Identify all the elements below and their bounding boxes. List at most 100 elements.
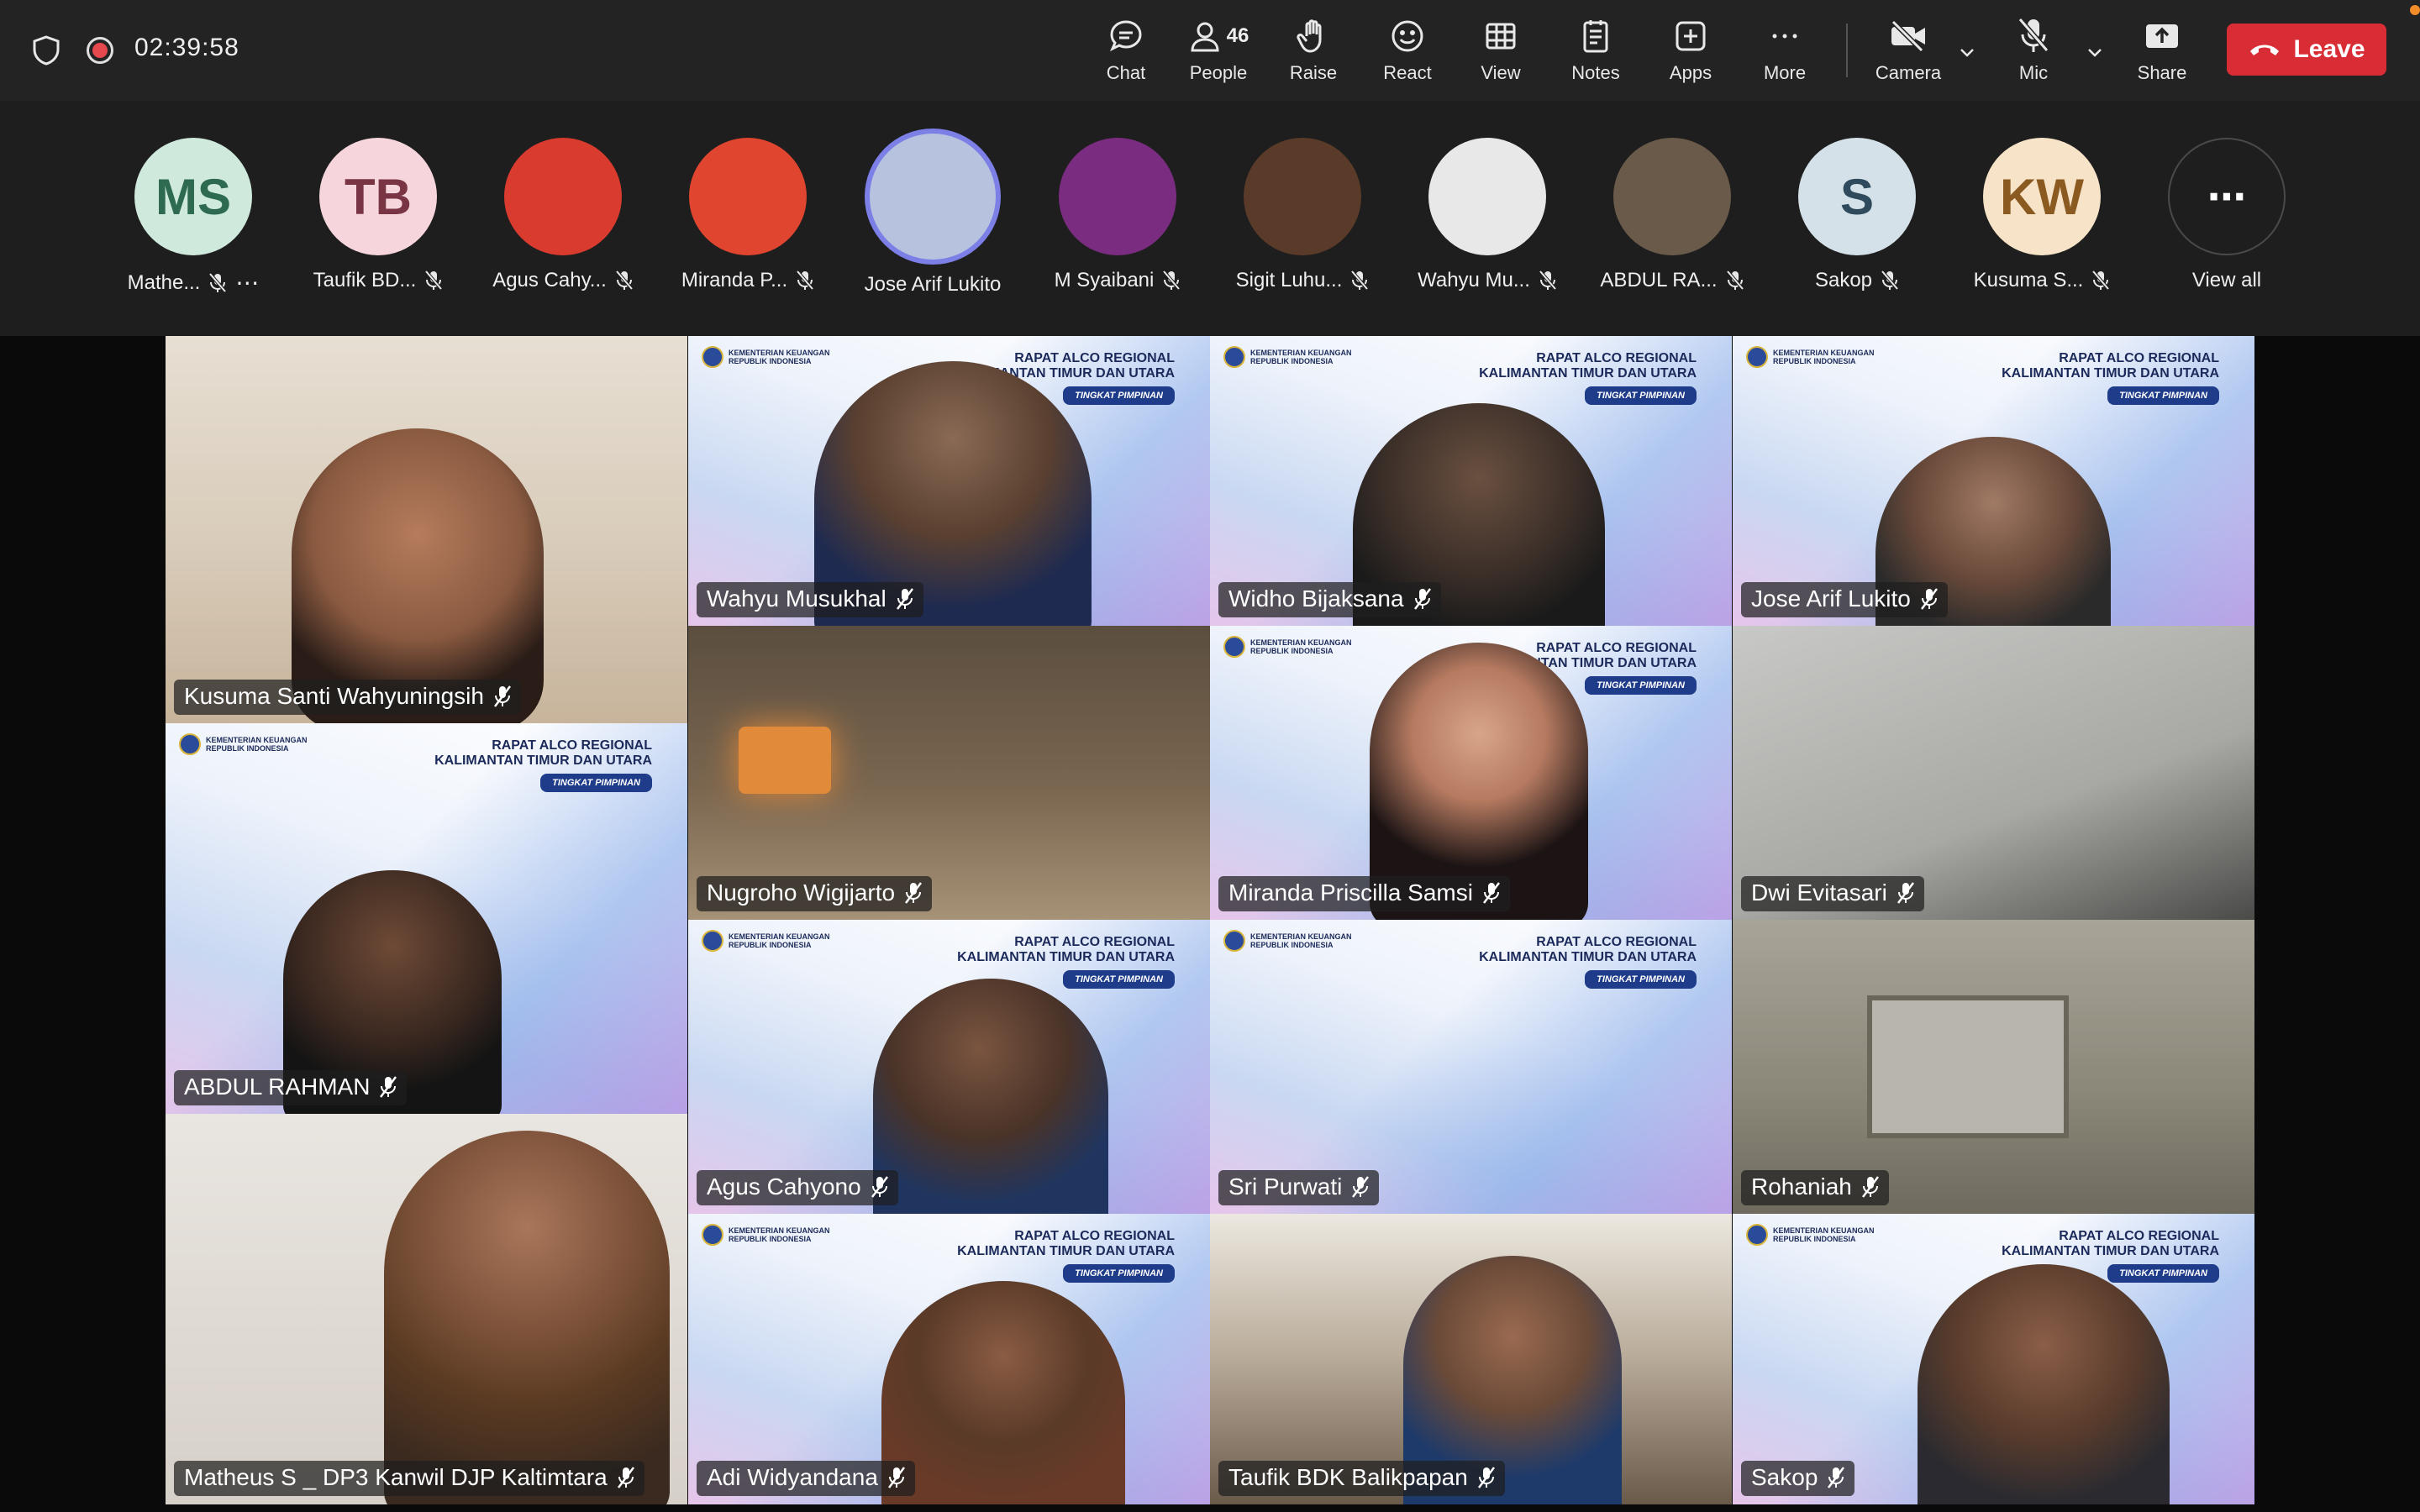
participant-strip-item[interactable]: MS Mathe... ⋯ xyxy=(101,138,286,297)
view-button[interactable]: View xyxy=(1476,15,1526,89)
ministry-name: KEMENTERIAN KEUANGAN xyxy=(1250,932,1352,941)
people-count: 46 xyxy=(1226,24,1249,47)
muted-mic-icon xyxy=(1350,270,1369,291)
muted-mic-icon xyxy=(1726,270,1744,291)
video-tile[interactable]: KEMENTERIAN KEUANGAN REPUBLIK INDONESIA RA… xyxy=(688,1214,1210,1504)
video-tile[interactable]: KEMENTERIAN KEUANGAN REPUBLIK INDONESIA RA… xyxy=(1210,626,1732,920)
fireplace-background xyxy=(739,727,831,794)
video-tile[interactable]: KEMENTERIAN KEUANGAN REPUBLIK INDONESIA RA… xyxy=(1210,336,1732,626)
tile-name-label: Dwi Evitasari xyxy=(1741,876,1924,911)
video-tile[interactable]: KEMENTERIAN KEUANGAN REPUBLIK INDONESIA RA… xyxy=(1733,1214,2254,1504)
participant-strip-item[interactable]: Sigit Luhu... xyxy=(1210,138,1395,292)
video-tile[interactable]: KEMENTERIAN KEUANGAN REPUBLIK INDONESIA RA… xyxy=(1210,920,1732,1214)
shield-icon[interactable] xyxy=(32,34,60,66)
more-button[interactable]: More xyxy=(1758,15,1812,89)
video-tile[interactable]: Nugroho Wigijarto xyxy=(688,626,1210,920)
participant-name: Rohaniah xyxy=(1751,1173,1852,1200)
participant-strip-item[interactable]: ABDUL RA... xyxy=(1580,138,1765,292)
emblem-icon xyxy=(179,733,201,755)
tile-name-label: Matheus S _ DP3 Kanwil DJP Kaltimtara xyxy=(174,1461,644,1496)
avatar: TB xyxy=(319,138,437,255)
apps-button[interactable]: Apps xyxy=(1665,15,1716,89)
video-tile[interactable]: KEMENTERIAN KEUANGAN REPUBLIK INDONESIA RA… xyxy=(166,723,687,1114)
muted-mic-icon xyxy=(1920,588,1938,610)
participant-strip-item[interactable]: Wahyu Mu... xyxy=(1395,138,1580,292)
emblem-icon xyxy=(702,930,723,952)
muted-mic-icon xyxy=(424,270,443,291)
chat-button[interactable]: Chat xyxy=(1101,15,1151,89)
tile-name-label: Wahyu Musukhal xyxy=(697,582,923,617)
participant-strip-item[interactable]: Agus Cahy... xyxy=(471,138,655,292)
muted-mic-icon xyxy=(1413,588,1431,610)
muted-mic-icon xyxy=(380,1076,397,1098)
slide-title-line2: KALIMANTAN TIMUR DAN UTARA xyxy=(434,753,652,768)
avatar: KW xyxy=(1983,138,2101,255)
tile-name-label: Widho Bijaksana xyxy=(1218,582,1441,617)
video-tile[interactable]: Dwi Evitasari xyxy=(1733,626,2254,920)
country-name: REPUBLIK INDONESIA xyxy=(206,744,289,753)
leave-button[interactable]: Leave xyxy=(2227,24,2386,76)
raise-hand-button[interactable]: Raise xyxy=(1286,15,1341,89)
react-button[interactable]: React xyxy=(1380,15,1435,89)
participant-strip-item[interactable]: Jose Arif Lukito xyxy=(840,134,1025,297)
participant-strip-item[interactable]: TB Taufik BD... xyxy=(286,138,471,292)
slide-title-line1: RAPAT ALCO REGIONAL xyxy=(1014,351,1175,365)
video-tile[interactable]: KEMENTERIAN KEUANGAN REPUBLIK INDONESIA RA… xyxy=(688,336,1210,626)
participant-name: Sakop xyxy=(1751,1464,1818,1490)
participant-name: Matheus S _ DP3 Kanwil DJP Kaltimtara xyxy=(184,1464,608,1490)
camera-button[interactable]: Camera xyxy=(1870,15,1946,89)
participant-video xyxy=(384,1131,670,1504)
slide-title-line1: RAPAT ALCO REGIONAL xyxy=(2059,351,2219,365)
emblem-icon xyxy=(702,1224,723,1246)
participant-strip-item[interactable]: M Syaibani xyxy=(1025,138,1210,292)
video-tile[interactable]: Rohaniah xyxy=(1733,920,2254,1214)
more-participants-icon: ⋯ xyxy=(2168,138,2286,255)
video-tile[interactable]: Taufik BDK Balikpapan xyxy=(1210,1214,1732,1504)
participant-name: Adi Widyandana xyxy=(707,1464,878,1490)
video-tile[interactable]: KEMENTERIAN KEUANGAN REPUBLIK INDONESIA RA… xyxy=(1733,336,2254,626)
people-button[interactable]: 46 People xyxy=(1185,15,1252,89)
participant-strip-item[interactable]: KW Kusuma S... xyxy=(1949,138,2134,292)
participant-strip-item[interactable]: Miranda P... xyxy=(655,138,840,292)
participant-name: Agus Cahy... xyxy=(492,269,607,291)
video-tile[interactable]: Kusuma Santi Wahyuningsih xyxy=(166,336,687,723)
slide-title-line2: KALIMANTAN TIMUR DAN UTARA xyxy=(957,1244,1175,1258)
view-all-button[interactable]: ⋯ View all xyxy=(2134,138,2319,292)
country-name: REPUBLIK INDONESIA xyxy=(1250,941,1334,949)
video-tile[interactable]: KEMENTERIAN KEUANGAN REPUBLIK INDONESIA RA… xyxy=(688,920,1210,1214)
muted-mic-icon xyxy=(871,1176,888,1198)
slide-title-line2: KALIMANTAN TIMUR DAN UTARA xyxy=(1479,366,1697,381)
camera-off-icon xyxy=(1891,19,1925,53)
country-name: REPUBLIK INDONESIA xyxy=(729,941,812,949)
ministry-name: KEMENTERIAN KEUANGAN xyxy=(1773,1226,1875,1235)
chat-icon xyxy=(1110,20,1142,52)
avatar xyxy=(1244,138,1361,255)
mic-button[interactable]: Mic xyxy=(2008,15,2059,89)
ministry-name: KEMENTERIAN KEUANGAN xyxy=(206,736,308,744)
more-options-icon[interactable]: ⋯ xyxy=(235,269,259,297)
slide-title-line2: KALIMANTAN TIMUR DAN UTARA xyxy=(957,950,1175,964)
ministry-logo: KEMENTERIAN KEUANGAN REPUBLIK INDONESIA xyxy=(1223,346,1352,368)
tile-name-label: Rohaniah xyxy=(1741,1170,1889,1205)
slide-badge: TINGKAT PIMPINAN xyxy=(1585,970,1697,989)
ministry-name: KEMENTERIAN KEUANGAN xyxy=(1250,349,1352,357)
muted-mic-icon xyxy=(796,270,814,291)
slide-title-line1: RAPAT ALCO REGIONAL xyxy=(1014,935,1175,949)
slide-badge: TINGKAT PIMPINAN xyxy=(2107,1264,2219,1283)
participant-name: Sri Purwati xyxy=(1228,1173,1343,1200)
participant-name: Sakop xyxy=(1814,269,1873,291)
muted-mic-icon xyxy=(896,588,913,610)
tile-name-label: Agus Cahyono xyxy=(697,1170,898,1205)
mic-off-icon xyxy=(2018,18,2049,52)
avatar: MS xyxy=(134,138,252,255)
slide-badge: TINGKAT PIMPINAN xyxy=(540,774,652,792)
muted-mic-icon xyxy=(1352,1176,1370,1198)
notes-button[interactable]: Notes xyxy=(1568,15,1623,89)
camera-options-chevron-icon[interactable] xyxy=(1957,42,1977,62)
video-tile[interactable]: Matheus S _ DP3 Kanwil DJP Kaltimtara xyxy=(166,1114,687,1504)
share-button[interactable]: Share xyxy=(2133,15,2191,89)
mic-options-chevron-icon[interactable] xyxy=(2085,42,2105,62)
muted-mic-icon xyxy=(208,272,227,292)
participant-strip-item[interactable]: S Sakop xyxy=(1765,138,1949,292)
participant-name: Jose Arif Lukito xyxy=(864,273,1002,296)
